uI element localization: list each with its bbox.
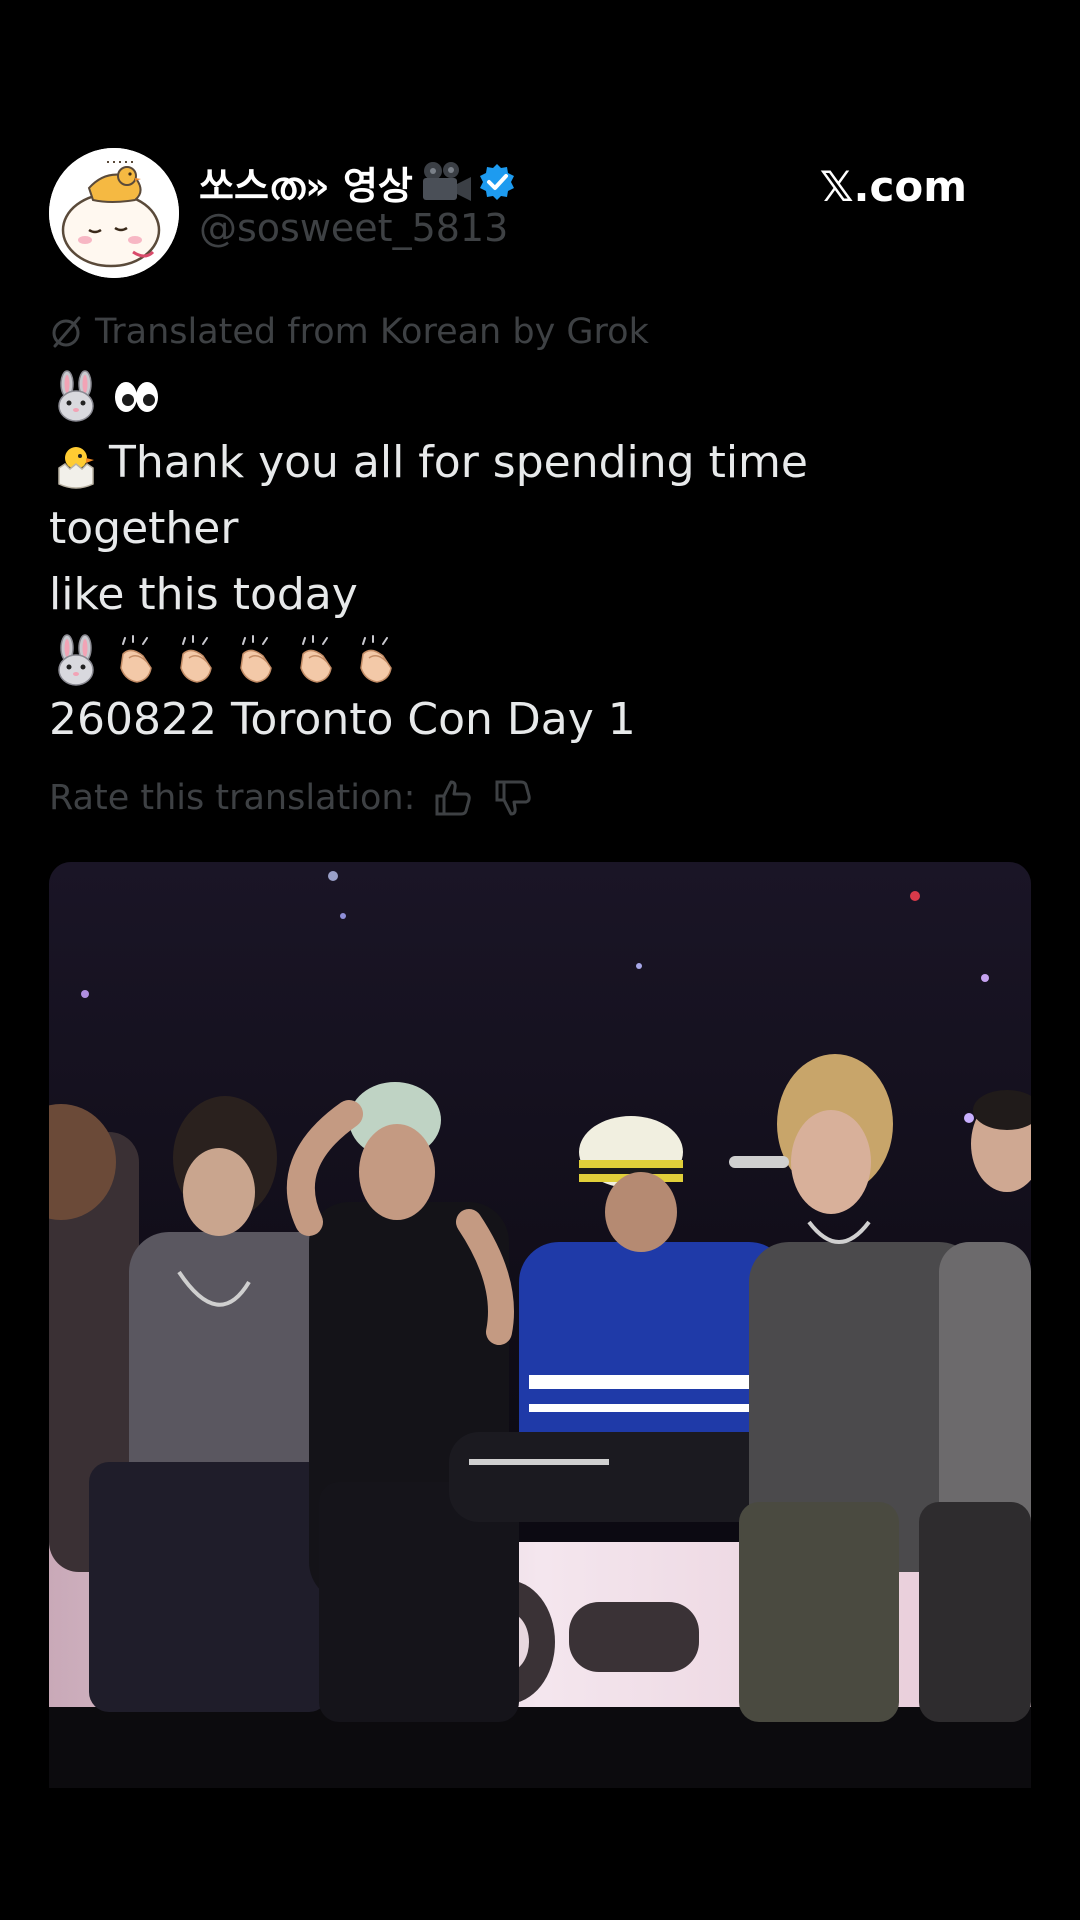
body-line-1 xyxy=(49,364,1009,430)
clapping-hands-icon xyxy=(229,634,283,688)
body-text-line-2: like this today xyxy=(49,569,358,620)
thumbs-up-icon[interactable] xyxy=(431,776,475,820)
clapping-hands-icon xyxy=(109,634,163,688)
body-text-line-1: Thank you all for spending time together xyxy=(49,437,808,554)
avatar[interactable] xyxy=(49,148,179,278)
rabbit-face-icon xyxy=(49,634,103,688)
translation-notice: Translated from Korean by Grok xyxy=(49,312,649,352)
rate-translation-label: Rate this translation: xyxy=(49,778,416,818)
video-thumbnail[interactable] xyxy=(49,862,1031,1788)
tweet-body: Thank you all for spending time together… xyxy=(49,364,1009,694)
clapping-hands-icon xyxy=(289,634,343,688)
display-name-row: 쏘스ത» 영상 xyxy=(199,154,517,210)
body-line-3: like this today xyxy=(49,562,1009,628)
body-line-2: Thank you all for spending time together xyxy=(49,430,1009,562)
display-name[interactable]: 쏘스ത» 영상 xyxy=(199,155,413,210)
clapping-hands-icon xyxy=(349,634,403,688)
body-line-4 xyxy=(49,628,1009,694)
grok-icon xyxy=(49,314,85,350)
author-block[interactable]: 쏘스ത» 영상 @sosweet_5813 xyxy=(199,154,517,250)
post-header: 쏘스ത» 영상 @sosweet_5813 𝕏.com xyxy=(49,148,1009,280)
author-handle[interactable]: @sosweet_5813 xyxy=(199,206,517,250)
movie-camera-icon xyxy=(419,160,473,204)
translation-notice-text: Translated from Korean by Grok xyxy=(95,312,649,352)
thumbs-down-icon[interactable] xyxy=(491,776,535,820)
hatching-chick-icon xyxy=(49,438,103,492)
rate-translation-row: Rate this translation: xyxy=(49,776,535,820)
clapping-hands-icon xyxy=(169,634,223,688)
rabbit-face-icon xyxy=(49,370,103,424)
x-logo: 𝕏.com xyxy=(819,162,967,211)
event-caption: 260822 Toronto Con Day 1 xyxy=(49,694,636,745)
verified-badge-icon xyxy=(477,162,517,202)
eyes-icon xyxy=(109,370,163,424)
